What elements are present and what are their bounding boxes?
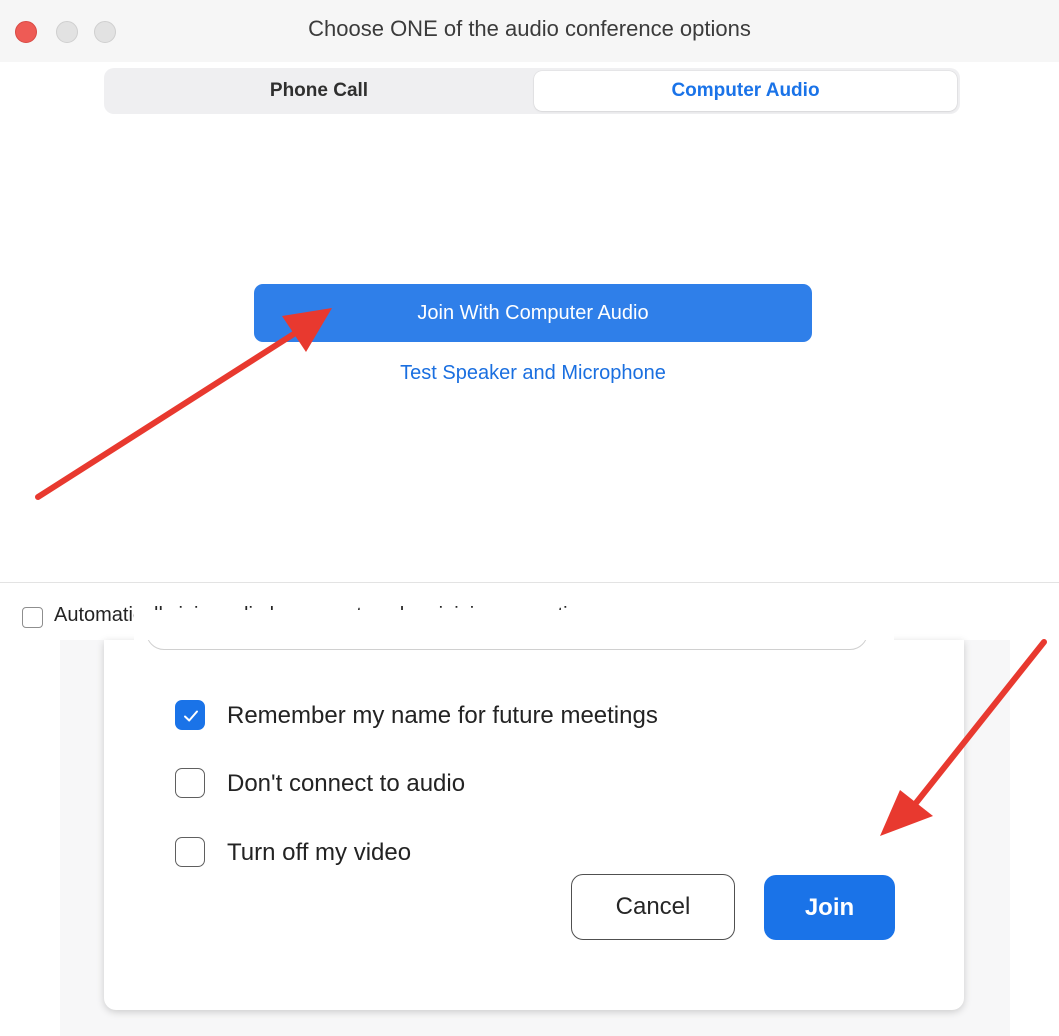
screenshot-canvas: Choose ONE of the audio conference optio…	[0, 0, 1059, 1036]
cancel-button[interactable]: Cancel	[571, 874, 735, 940]
tab-phone-call[interactable]: Phone Call	[107, 71, 531, 111]
turn-off-video-checkbox[interactable]	[175, 837, 205, 867]
auto-join-audio-checkbox[interactable]	[22, 607, 43, 628]
test-speaker-microphone-link[interactable]: Test Speaker and Microphone	[254, 362, 812, 385]
divider	[0, 582, 1059, 583]
turn-off-video-label: Turn off my video	[227, 839, 412, 866]
remember-name-label: Remember my name for future meetings	[227, 702, 658, 729]
join-button[interactable]: Join	[764, 875, 895, 940]
dont-connect-audio-label: Don't connect to audio	[227, 770, 466, 797]
audio-mode-tabs: Phone Call Computer Audio	[104, 68, 960, 114]
audio-options-panel: Phone Call Computer Audio Join With Comp…	[0, 62, 1059, 584]
title-bar: Choose ONE of the audio conference optio…	[0, 0, 1059, 62]
join-meeting-dialog: Remember my name for future meetings Don…	[104, 610, 964, 1010]
join-with-computer-audio-button[interactable]: Join With Computer Audio	[254, 284, 812, 342]
window-title: Choose ONE of the audio conference optio…	[308, 16, 751, 41]
name-input-crop-mask	[134, 610, 894, 640]
remember-name-checkbox[interactable]	[175, 700, 205, 730]
tab-computer-audio[interactable]: Computer Audio	[534, 71, 957, 111]
checkmark-icon	[184, 710, 198, 722]
dont-connect-audio-checkbox[interactable]	[175, 768, 205, 798]
